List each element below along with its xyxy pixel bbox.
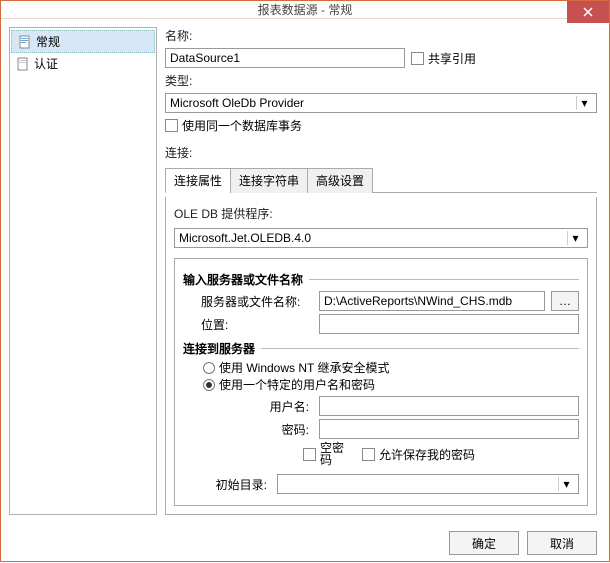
- initdir-dropdown[interactable]: ▾: [277, 474, 579, 494]
- location-input[interactable]: [319, 314, 579, 334]
- connect-section-title: 连接到服务器: [183, 340, 255, 357]
- connection-label: 连接:: [165, 144, 597, 161]
- dialog-body: 常规 认证 名称: 共享引用 类型: Microsoft OleDb Provi…: [1, 19, 609, 523]
- radio-label: 使用 Windows NT 继承安全模式: [219, 359, 389, 376]
- radio-label: 使用一个特定的用户名和密码: [219, 376, 375, 393]
- sidebar-item-general[interactable]: 常规: [11, 30, 155, 53]
- server-section-title: 输入服务器或文件名称: [183, 271, 303, 288]
- title-bar: 报表数据源 - 常规: [1, 1, 609, 19]
- chevron-down-icon: ▾: [558, 477, 574, 491]
- inner-group: 输入服务器或文件名称 服务器或文件名称: … 位置:: [174, 258, 588, 506]
- dialog-window: 报表数据源 - 常规 常规 认证 名称:: [0, 0, 610, 562]
- username-label: 用户名:: [201, 398, 313, 415]
- sidebar-item-label: 常规: [36, 33, 60, 50]
- close-button[interactable]: [567, 1, 609, 23]
- same-transaction-checkbox[interactable]: 使用同一个数据库事务: [165, 117, 597, 134]
- checkbox-icon: [411, 52, 424, 65]
- checkbox-icon: [165, 119, 178, 132]
- type-dropdown[interactable]: Microsoft OleDb Provider ▾: [165, 93, 597, 113]
- chevron-down-icon: ▾: [567, 231, 583, 245]
- allow-save-password-checkbox[interactable]: 允许保存我的密码: [362, 442, 475, 466]
- checkbox-label: 使用同一个数据库事务: [182, 117, 302, 134]
- checkbox-icon: [303, 448, 316, 461]
- tab-conn-props[interactable]: 连接属性: [165, 168, 231, 193]
- ellipsis-icon: …: [559, 294, 571, 308]
- divider: [309, 279, 579, 280]
- nav-sidebar: 常规 认证: [9, 27, 157, 515]
- dropdown-value: Microsoft.Jet.OLEDB.4.0: [179, 231, 311, 245]
- server-label: 服务器或文件名称:: [201, 293, 313, 310]
- checkbox-label: 空密码: [320, 442, 348, 466]
- tab-conn-string[interactable]: 连接字符串: [230, 168, 308, 193]
- browse-button[interactable]: …: [551, 291, 579, 311]
- username-input[interactable]: [319, 396, 579, 416]
- blank-password-checkbox[interactable]: 空密码: [303, 442, 348, 466]
- tab-advanced[interactable]: 高级设置: [307, 168, 373, 193]
- window-title: 报表数据源 - 常规: [258, 1, 353, 18]
- server-input[interactable]: [319, 291, 545, 311]
- tab-panel-conn-props: OLE DB 提供程序: Microsoft.Jet.OLEDB.4.0 ▾ 输…: [165, 197, 597, 515]
- main-panel: 名称: 共享引用 类型: Microsoft OleDb Provider ▾ …: [161, 27, 601, 515]
- close-icon: [583, 7, 593, 17]
- checkbox-icon: [362, 448, 375, 461]
- tabs: 连接属性 连接字符串 高级设置: [165, 167, 597, 193]
- checkbox-label: 共享引用: [428, 50, 476, 67]
- location-label: 位置:: [201, 316, 313, 333]
- checkbox-label: 允许保存我的密码: [379, 446, 475, 463]
- oledb-label: OLE DB 提供程序:: [174, 205, 588, 222]
- password-input[interactable]: [319, 419, 579, 439]
- dropdown-value: Microsoft OleDb Provider: [170, 96, 304, 110]
- cancel-button[interactable]: 取消: [527, 531, 597, 555]
- oledb-provider-dropdown[interactable]: Microsoft.Jet.OLEDB.4.0 ▾: [174, 228, 588, 248]
- divider: [261, 348, 579, 349]
- radio-icon: [203, 362, 215, 374]
- share-ref-checkbox[interactable]: 共享引用: [411, 50, 476, 67]
- name-label: 名称:: [165, 27, 597, 44]
- radio-specific-user[interactable]: 使用一个特定的用户名和密码: [203, 376, 579, 393]
- type-label: 类型:: [165, 72, 597, 89]
- sidebar-item-label: 认证: [34, 55, 58, 72]
- ok-button[interactable]: 确定: [449, 531, 519, 555]
- page-icon: [18, 35, 32, 49]
- radio-icon: [203, 379, 215, 391]
- name-input[interactable]: [165, 48, 405, 68]
- password-label: 密码:: [201, 421, 313, 438]
- page-icon: [16, 57, 30, 71]
- radio-windows-nt[interactable]: 使用 Windows NT 继承安全模式: [203, 359, 579, 376]
- chevron-down-icon: ▾: [576, 96, 592, 110]
- sidebar-item-auth[interactable]: 认证: [10, 53, 156, 74]
- initdir-label: 初始目录:: [201, 476, 271, 493]
- dialog-footer: 确定 取消: [1, 523, 609, 563]
